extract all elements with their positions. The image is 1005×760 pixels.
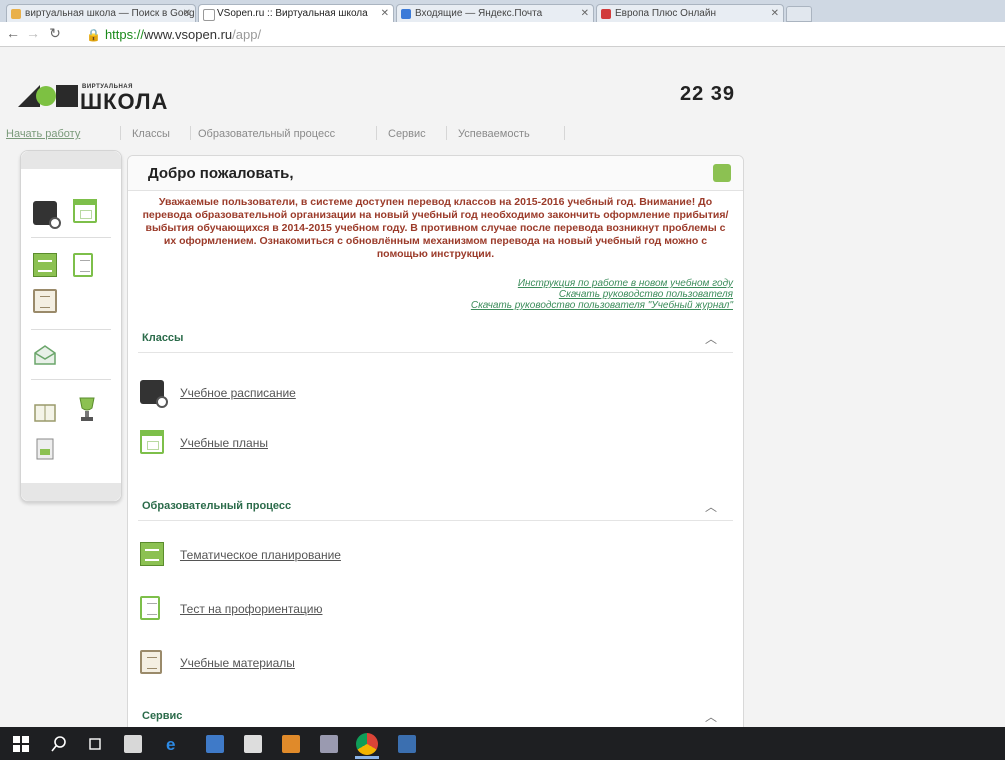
report-icon[interactable] bbox=[33, 437, 57, 461]
test-icon bbox=[140, 596, 160, 620]
search-icon[interactable] bbox=[50, 735, 68, 753]
menu-item-progress[interactable]: Успеваемость bbox=[458, 128, 530, 140]
active-app-indicator bbox=[355, 756, 379, 759]
close-icon[interactable]: ✕ bbox=[183, 5, 191, 22]
instruction-link[interactable]: Инструкция по работе в новом учебном год… bbox=[471, 278, 733, 289]
logo-square bbox=[56, 85, 78, 107]
photos-icon[interactable] bbox=[398, 735, 416, 753]
new-tab-button[interactable] bbox=[786, 6, 812, 22]
section-title: Образовательный процесс bbox=[142, 500, 292, 512]
item-label[interactable]: Тематическое планирование bbox=[180, 548, 341, 562]
planning-icon[interactable] bbox=[33, 253, 57, 277]
lock-icon: 🔒 bbox=[86, 28, 101, 42]
menu-item-start[interactable]: Начать работу bbox=[6, 128, 80, 140]
trophy-icon[interactable] bbox=[75, 395, 99, 421]
chrome-icon[interactable] bbox=[356, 733, 378, 755]
page-icon bbox=[203, 9, 215, 21]
calculator-icon[interactable] bbox=[124, 735, 142, 753]
welcome-header: Добро пожаловать, bbox=[128, 156, 743, 191]
welcome-panel: Добро пожаловать, Уважаемые пользователи… bbox=[127, 155, 744, 737]
close-icon[interactable]: ✕ bbox=[381, 5, 389, 22]
materials-icon[interactable] bbox=[33, 289, 57, 313]
collapse-icon[interactable] bbox=[713, 164, 731, 182]
menu-item-classes[interactable]: Классы bbox=[132, 128, 170, 140]
media-icon[interactable] bbox=[282, 735, 300, 753]
back-icon[interactable]: ← bbox=[4, 25, 22, 41]
materials-icon bbox=[140, 650, 162, 674]
browser-tab[interactable]: Входящие — Яндекс.Почта ✕ bbox=[396, 4, 594, 22]
tab-label: Входящие — Яндекс.Почта bbox=[415, 8, 543, 19]
planning-icon bbox=[140, 542, 164, 566]
os-taskbar: e bbox=[0, 727, 1005, 760]
panel-header bbox=[21, 151, 121, 169]
browser-tab[interactable]: виртуальная школа — Поиск в Google ✕ bbox=[6, 4, 196, 22]
url-host: www.vsopen.ru bbox=[143, 27, 233, 42]
url-scheme: https:// bbox=[104, 27, 144, 42]
url-field[interactable]: 🔒 https://www.vsopen.ru/app/ bbox=[86, 27, 261, 42]
explorer-icon[interactable] bbox=[206, 735, 224, 753]
reload-icon[interactable]: ↻ bbox=[46, 25, 64, 42]
journal-icon[interactable] bbox=[33, 401, 57, 425]
section-header-classes[interactable]: Классы ︿ bbox=[138, 326, 733, 353]
announcement-text: Уважаемые пользователи, в системе доступ… bbox=[142, 196, 729, 260]
schedule-icon bbox=[140, 380, 168, 408]
app-icon[interactable] bbox=[320, 735, 338, 753]
page-title: Добро пожаловать, bbox=[148, 165, 294, 182]
favicon-icon bbox=[601, 9, 611, 19]
edge-icon[interactable]: e bbox=[164, 735, 182, 754]
top-menu: Начать работу Классы Образовательный про… bbox=[0, 122, 1005, 144]
browser-tab-active[interactable]: VSopen.ru :: Виртуальная школа ✕ bbox=[198, 4, 394, 22]
section-title: Сервис bbox=[142, 710, 183, 722]
calendar-icon[interactable] bbox=[73, 199, 97, 223]
calendar-icon bbox=[140, 430, 164, 454]
schedule-icon[interactable] bbox=[33, 201, 61, 229]
start-icon[interactable] bbox=[12, 735, 30, 753]
browser-tab[interactable]: Европа Плюс Онлайн ✕ bbox=[596, 4, 784, 22]
tab-label: VSopen.ru :: Виртуальная школа bbox=[217, 8, 368, 19]
chevron-up-icon[interactable]: ︿ bbox=[705, 330, 717, 347]
menu-item-education[interactable]: Образовательный процесс bbox=[198, 128, 335, 140]
test-icon[interactable] bbox=[73, 253, 93, 277]
quick-access-panel bbox=[20, 150, 122, 502]
tab-label: виртуальная школа — Поиск в Google bbox=[25, 8, 196, 19]
chevron-up-icon[interactable]: ︿ bbox=[705, 498, 717, 515]
browser-tab-strip: виртуальная школа — Поиск в Google ✕ VSo… bbox=[0, 0, 1005, 22]
svg-text:e: e bbox=[166, 735, 175, 753]
help-links: Инструкция по работе в новом учебном год… bbox=[471, 278, 733, 311]
panel-footer bbox=[21, 483, 121, 501]
site-header: ВИРТУАЛЬНАЯ ШКОЛА 22 39 bbox=[0, 47, 1005, 121]
store-icon[interactable] bbox=[244, 735, 262, 753]
item-label[interactable]: Учебные планы bbox=[180, 436, 268, 450]
mail-icon[interactable] bbox=[33, 343, 57, 367]
clock: 22 39 bbox=[680, 83, 736, 105]
close-icon[interactable]: ✕ bbox=[581, 5, 589, 22]
task-view-icon[interactable] bbox=[86, 735, 104, 753]
address-bar: ← → ↻ 🔒 https://www.vsopen.ru/app/ bbox=[0, 22, 1005, 47]
manual-download-link[interactable]: Скачать руководство пользователя bbox=[471, 289, 733, 300]
item-label[interactable]: Тест на профориентацию bbox=[180, 602, 322, 616]
close-icon[interactable]: ✕ bbox=[771, 5, 779, 22]
tab-label: Европа Плюс Онлайн bbox=[615, 8, 716, 19]
chevron-up-icon[interactable]: ︿ bbox=[705, 708, 717, 725]
url-path: /app/ bbox=[232, 27, 262, 42]
favicon-icon bbox=[401, 9, 411, 19]
section-header-education[interactable]: Образовательный процесс ︿ bbox=[138, 494, 733, 521]
item-label[interactable]: Учебные материалы bbox=[180, 656, 295, 670]
site-logo[interactable]: ВИРТУАЛЬНАЯ ШКОЛА bbox=[18, 81, 208, 117]
logo-title: ШКОЛА bbox=[80, 89, 169, 114]
journal-manual-download-link[interactable]: Скачать руководство пользователя "Учебны… bbox=[471, 300, 733, 311]
forward-icon[interactable]: → bbox=[24, 25, 42, 41]
item-label[interactable]: Учебное расписание bbox=[180, 386, 296, 400]
favicon-icon bbox=[11, 9, 21, 19]
section-title: Классы bbox=[142, 332, 184, 344]
logo-circle bbox=[36, 86, 56, 106]
menu-item-service[interactable]: Сервис bbox=[388, 128, 426, 140]
